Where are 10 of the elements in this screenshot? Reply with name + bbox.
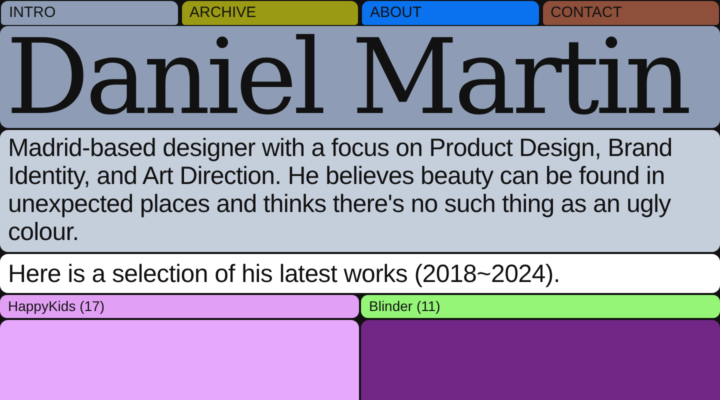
project-cover[interactable] — [0, 320, 359, 400]
nav-tab[interactable]: ABOUT — [361, 0, 540, 26]
bio-panel: Madrid-based designer with a focus on Product Design, Brand Identity, and Art Direction. He believes beauty can be found in unexpected places and thinks there's no such thing as an ugly colour. — [0, 130, 720, 252]
name-banner: Daniel Martin — [0, 26, 720, 128]
project-cover[interactable] — [361, 320, 720, 400]
nav-tab[interactable]: ARCHIVE — [180, 0, 359, 26]
project-tab[interactable]: HappyKids (17) — [0, 295, 359, 318]
nav-tab[interactable]: INTRO — [0, 0, 178, 26]
intro-panel: Here is a selection of his latest works (2018~2024). — [0, 254, 720, 293]
project-tab[interactable]: Blinder (11) — [361, 295, 720, 318]
